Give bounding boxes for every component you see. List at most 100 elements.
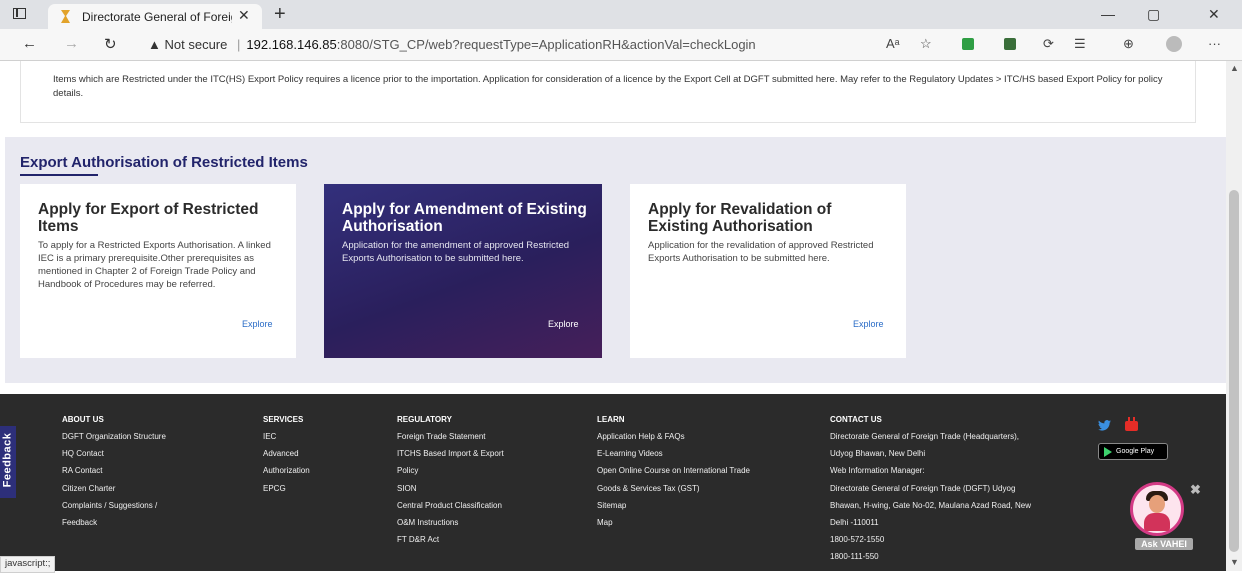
tab-actions-icon[interactable]: [13, 8, 26, 19]
card-apply-export: Apply for Export of Restricted Items To …: [20, 184, 296, 358]
card-apply-revalidation: Apply for Revalidation of Existing Autho…: [630, 184, 906, 358]
url-field[interactable]: ▲ Not secure | 192.168.146.85:8080/STG_CP…: [148, 37, 756, 52]
contact-line: 1800-111-550: [830, 552, 879, 562]
google-play-icon: [1104, 447, 1112, 457]
footer-link[interactable]: E-Learning Videos: [597, 449, 750, 466]
footer-services-column: SERVICES IEC Advanced Authorization EPCG: [263, 415, 310, 501]
footer-link[interactable]: Feedback: [62, 518, 166, 535]
contact-line: Directorate General of Foreign Trade (DG…: [830, 483, 1016, 493]
footer-link[interactable]: Central Product Classification: [397, 501, 504, 518]
footer-link[interactable]: Application Help & FAQs: [597, 432, 750, 449]
footer-link[interactable]: DGFT Organization Structure: [62, 432, 166, 449]
favorite-star-icon[interactable]: ☆: [920, 36, 932, 52]
footer-link[interactable]: Foreign Trade Statement: [397, 432, 504, 449]
card-description: Application for the amendment of approve…: [342, 240, 570, 264]
vertical-scrollbar[interactable]: ▲ ▼: [1226, 61, 1242, 571]
explore-link[interactable]: Explore: [242, 319, 273, 329]
feedback-tab[interactable]: Feedback: [0, 426, 16, 498]
restricted-items-section: Export Authorisation of Restricted Items…: [5, 137, 1226, 383]
refresh-icon[interactable]: ↻: [104, 35, 117, 53]
favorites-list-icon[interactable]: ☰: [1074, 36, 1086, 52]
google-play-badge[interactable]: Google Play: [1098, 443, 1168, 460]
footer-heading: REGULATORY: [397, 415, 452, 424]
contact-line: Web Information Manager:: [830, 466, 925, 476]
footer-link[interactable]: O&M Instructions: [397, 518, 504, 535]
explore-link[interactable]: Explore: [853, 319, 884, 329]
card-description: Application for the revalidation of appr…: [648, 240, 874, 264]
url-path: :8080/STG_CP/web?requestType=Application…: [336, 37, 756, 52]
scroll-up-arrow-icon[interactable]: ▲: [1230, 63, 1239, 73]
info-text: Items which are Restricted under the ITC…: [53, 74, 1163, 99]
footer-heading: SERVICES: [263, 415, 304, 424]
contact-line: Directorate General of Foreign Trade (He…: [830, 432, 1019, 441]
url-separator: |: [237, 37, 241, 52]
footer-contact-column: CONTACT US Directorate General of Foreig…: [830, 415, 1031, 570]
section-title-underline: [20, 174, 98, 176]
tab-close-icon[interactable]: ✕: [238, 7, 250, 24]
url-host: 192.168.146.85: [246, 37, 337, 52]
footer-about-column: ABOUT US DGFT Organization Structure HQ …: [62, 415, 166, 535]
address-bar-row: ← → ↻ ▲ Not secure | 192.168.146.85:8080/…: [0, 29, 1242, 61]
card-title: Apply for Amendment of Existing Authoris…: [342, 201, 587, 235]
tab-title: Directorate General of Foreign Trade: [82, 10, 232, 24]
vahei-close-icon[interactable]: ✖: [1190, 482, 1201, 498]
footer-link[interactable]: Complaints / Suggestions /: [62, 501, 166, 518]
card-apply-amendment: Apply for Amendment of Existing Authoris…: [324, 184, 602, 358]
back-arrow-icon[interactable]: ←: [22, 35, 37, 52]
footer-heading: ABOUT US: [62, 415, 104, 424]
extension-green-icon[interactable]: [962, 38, 974, 50]
collections-icon[interactable]: ⊕: [1123, 36, 1134, 52]
contact-line: 1800-572-1550: [830, 535, 885, 545]
site-footer: Feedback ABOUT US DGFT Organization Stru…: [0, 394, 1226, 571]
dgft-favicon-icon: [61, 10, 70, 23]
twitter-icon[interactable]: [1098, 420, 1111, 431]
footer-link[interactable]: SION: [397, 484, 504, 501]
footer-heading: LEARN: [597, 415, 625, 424]
profile-avatar[interactable]: [1166, 36, 1182, 52]
footer-link[interactable]: Goods & Services Tax (GST): [597, 484, 750, 501]
footer-link[interactable]: IEC: [263, 432, 310, 449]
card-title: Apply for Export of Restricted Items: [38, 201, 259, 235]
info-card: Items which are Restricted under the ITC…: [20, 61, 1196, 123]
footer-link[interactable]: Advanced: [263, 449, 310, 466]
tab-bar: Directorate General of Foreign Trade ✕ +…: [0, 0, 1242, 29]
footer-link[interactable]: Open Online Course on International Trad…: [597, 466, 750, 483]
restore-button[interactable]: ▢: [1147, 6, 1160, 23]
feedback-label: Feedback: [1, 432, 14, 488]
card-title: Apply for Revalidation of Existing Autho…: [648, 201, 832, 235]
contact-line: Udyog Bhawan, New Delhi: [830, 449, 926, 459]
footer-link[interactable]: ITCHS Based Import & Export: [397, 449, 504, 466]
tab-active[interactable]: Directorate General of Foreign Trade ✕: [48, 4, 262, 29]
close-window-button[interactable]: ✕: [1208, 6, 1220, 23]
vahei-face: [1149, 495, 1165, 513]
youtube-icon[interactable]: [1125, 417, 1138, 431]
scroll-down-arrow-icon[interactable]: ▼: [1230, 557, 1239, 567]
footer-link[interactable]: HQ Contact: [62, 449, 166, 466]
sync-icon[interactable]: ⟳: [1043, 36, 1054, 52]
new-tab-button[interactable]: +: [274, 3, 286, 26]
footer-link[interactable]: Map: [597, 518, 750, 535]
more-menu-icon[interactable]: ···: [1208, 36, 1221, 51]
minimize-button[interactable]: —: [1101, 6, 1115, 22]
warning-icon: ▲: [148, 37, 161, 52]
section-title: Export Authorisation of Restricted Items: [20, 154, 308, 171]
page-viewport: Items which are Restricted under the ITC…: [0, 61, 1226, 571]
footer-link[interactable]: Authorization: [263, 466, 310, 483]
footer-link[interactable]: Sitemap: [597, 501, 750, 518]
footer-heading: CONTACT US: [830, 415, 882, 424]
extension-se-icon[interactable]: [1004, 38, 1016, 50]
footer-link[interactable]: Policy: [397, 466, 504, 483]
google-play-label: Google Play: [1116, 448, 1155, 455]
footer-link[interactable]: FT D&R Act: [397, 535, 504, 552]
read-aloud-icon[interactable]: Aᵃ: [886, 36, 900, 51]
explore-link[interactable]: Explore: [548, 319, 579, 329]
scrollbar-thumb[interactable]: [1229, 190, 1239, 552]
footer-link[interactable]: Citizen Charter: [62, 484, 166, 501]
footer-link[interactable]: EPCG: [263, 484, 310, 501]
footer-link[interactable]: RA Contact: [62, 466, 166, 483]
ask-vahei-label[interactable]: Ask VAHEI: [1135, 538, 1193, 550]
ask-vahei-chatbot[interactable]: [1130, 482, 1184, 536]
card-description: To apply for a Restricted Exports Author…: [38, 240, 271, 290]
contact-line: Delhi -110011: [830, 517, 879, 527]
forward-arrow-icon[interactable]: →: [64, 35, 79, 52]
